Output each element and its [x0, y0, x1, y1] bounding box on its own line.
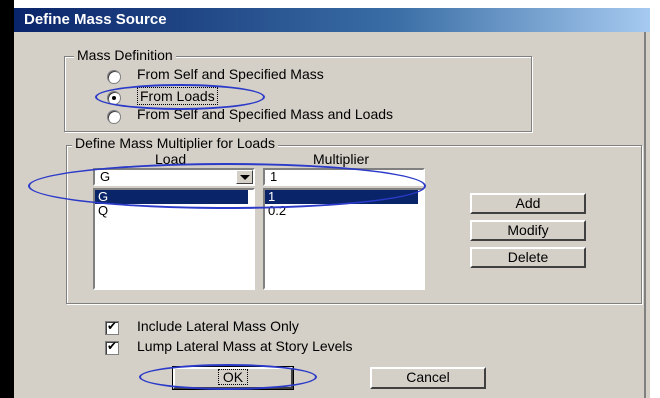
add-button[interactable]: Add	[470, 193, 586, 214]
mass-multiplier-legend: Define Mass Multiplier for Loads	[72, 135, 278, 151]
include-lateral-checkbox[interactable]: ✔	[105, 319, 119, 335]
cancel-button[interactable]: Cancel	[370, 367, 486, 389]
include-lateral-label[interactable]: Include Lateral Mass Only	[137, 318, 299, 334]
checkmark-icon: ✔	[107, 319, 118, 333]
radio-self-specified-mass[interactable]	[107, 70, 121, 84]
radio-self-specified-mass-loads[interactable]	[107, 110, 121, 124]
checkmark-icon: ✔	[107, 339, 118, 353]
highlight-ellipse-from-loads	[95, 84, 265, 110]
lump-lateral-checkbox[interactable]: ✔	[105, 339, 119, 355]
delete-button[interactable]: Delete	[470, 247, 586, 268]
window-title: Define Mass Source	[24, 11, 167, 28]
lump-lateral-label[interactable]: Lump Lateral Mass at Story Levels	[137, 338, 353, 354]
radio-self-specified-mass-label[interactable]: From Self and Specified Mass	[137, 66, 324, 82]
highlight-ellipse-ok	[139, 364, 317, 390]
modify-button[interactable]: Modify	[470, 220, 586, 241]
highlight-ellipse-load-row	[28, 163, 426, 209]
multiplier-column-header: Multiplier	[313, 151, 370, 167]
title-bar[interactable]: Define Mass Source	[14, 8, 650, 32]
right-window-edge	[644, 8, 646, 398]
load-list-item-label: Q	[98, 203, 109, 218]
left-window-edge	[0, 0, 14, 398]
mass-definition-legend: Mass Definition	[74, 47, 176, 63]
top-margin	[0, 0, 650, 8]
